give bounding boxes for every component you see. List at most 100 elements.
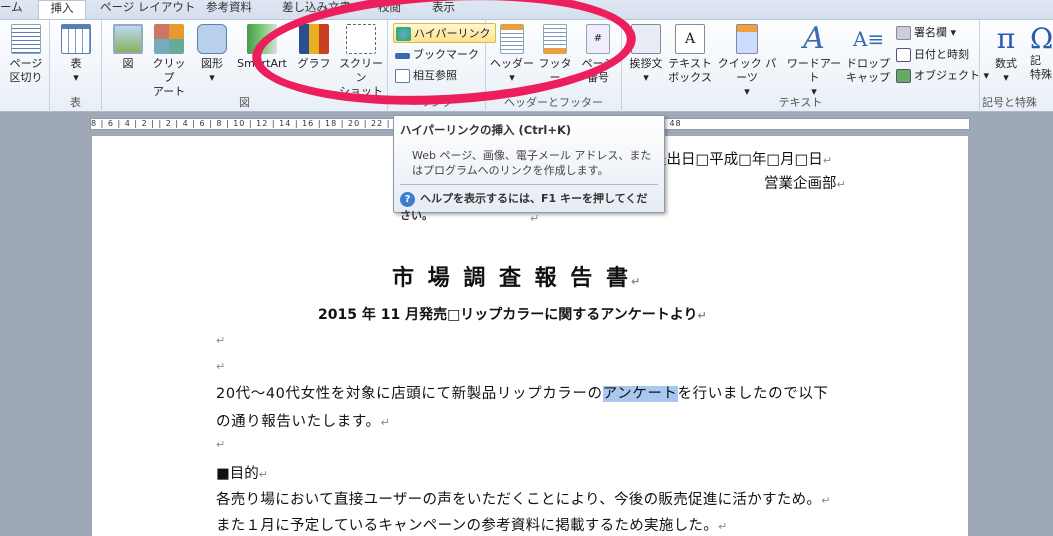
ribbon-tabs: ーム 挿入 ページ レイアウト 参考資料 差し込み文書 校閲 表示: [0, 0, 1053, 20]
hyperlink-label: ハイパーリンク: [414, 27, 491, 40]
shapes-button[interactable]: 図形 ▾: [194, 24, 230, 85]
greeting-button[interactable]: 挨拶文 ▾: [624, 24, 668, 85]
paragraph-mark: ↵: [216, 360, 226, 373]
tooltip-help: ? ヘルプを表示するには、F1 キーを押してください。: [400, 192, 648, 222]
footer-label: フッター: [538, 57, 572, 84]
tooltip-description: Web ページ、画像、電子メール アドレス、またはプログラムへのリンクを作成しま…: [412, 149, 652, 177]
group-label-symbols: 記号と特殊: [982, 96, 1037, 109]
chart-icon: [299, 24, 329, 54]
page-break-button[interactable]: ページ 区切り: [6, 24, 46, 85]
tab-review[interactable]: 校閲: [374, 0, 405, 20]
wordart-label: ワードアート: [786, 57, 842, 84]
selected-text[interactable]: アンケート: [602, 386, 678, 402]
object-label: オブジェクト: [914, 69, 980, 82]
picture-label: 図: [122, 57, 134, 70]
textbox-label: テキスト ボックス: [668, 57, 712, 84]
footer-icon: [543, 24, 567, 54]
hyperlink-button[interactable]: ハイパーリンク: [393, 23, 496, 43]
header-icon: [500, 24, 524, 54]
date-time-label: 日付と時刻: [914, 48, 969, 61]
screenshot-icon: [346, 24, 376, 54]
quick-parts-icon: [736, 24, 758, 54]
page-break-label: ページ 区切り: [9, 57, 43, 84]
tab-mailings[interactable]: 差し込み文書: [278, 0, 355, 20]
page-number-button[interactable]: # ページ 番号: [576, 24, 620, 85]
signature-icon: [896, 26, 911, 40]
dropcap-label: ドロップ キャップ: [846, 57, 890, 84]
paragraph-mark: ↵: [216, 334, 226, 347]
chart-button[interactable]: グラフ: [294, 24, 334, 71]
table-label: 表: [70, 57, 82, 70]
wordart-icon: A: [803, 21, 825, 56]
bookmark-label: ブックマーク: [413, 48, 479, 61]
dropcap-icon: A≡: [853, 27, 885, 51]
ribbon: ページ 区切り 表 ▾ 表 図 クリップ アート 図形 ▾ SmartArt グラフ…: [0, 19, 1053, 112]
group-illustrations: 図 クリップ アート 図形 ▾ SmartArt グラフ スクリーン ショット 図: [102, 20, 388, 112]
object-icon: [896, 69, 911, 83]
document-title: 市 場 調 査 報 告 書↵: [392, 266, 644, 291]
picture-button[interactable]: 図: [110, 24, 146, 71]
table-button[interactable]: 表 ▾: [58, 24, 94, 85]
body-paragraph-2: 各売り場において直接ユーザーの声をいただくことにより、今後の販売促進に活かすため…: [216, 492, 831, 508]
dropcap-button[interactable]: A≡ ドロップ キャップ: [846, 24, 890, 85]
page-number-label: ページ 番号: [581, 57, 615, 84]
tooltip-divider: [400, 184, 658, 185]
symbol-button[interactable]: Ω記 特殊: [1030, 24, 1053, 82]
header-button[interactable]: ヘッダー ▾: [490, 24, 534, 85]
symbol-label: 記 特殊: [1030, 54, 1052, 81]
smartart-icon: [247, 24, 277, 54]
help-icon: ?: [400, 192, 415, 207]
cross-reference-button[interactable]: 相互参照: [393, 66, 457, 86]
omega-icon: Ω: [1030, 22, 1053, 55]
group-label-illustrations: 図: [239, 96, 250, 109]
group-header-footer: ヘッダー ▾ フッター # ページ 番号 ヘッダーとフッター: [486, 20, 622, 112]
tab-home[interactable]: ーム: [0, 0, 27, 20]
page-break-icon: [11, 24, 41, 54]
body-paragraph-1: 20代～40代女性を対象に店頭にて新製品リップカラーのアンケートを行いましたので…: [216, 386, 829, 402]
equation-label: 数式: [995, 57, 1017, 70]
screenshot-label: スクリーン ショット: [339, 57, 383, 98]
clipart-button[interactable]: クリップ アート: [148, 24, 190, 99]
hyperlink-icon: [396, 27, 411, 41]
object-button[interactable]: オブジェクト ▾: [894, 66, 989, 86]
shapes-icon: [197, 24, 227, 54]
table-icon: [61, 24, 91, 54]
wordart-button[interactable]: A ワードアート ▾: [782, 24, 846, 99]
cross-reference-icon: [395, 69, 410, 83]
equation-button[interactable]: π 数式 ▾: [986, 24, 1026, 85]
clipart-icon: [154, 24, 184, 54]
submission-date: 提出日□平成□年□月□日↵: [652, 152, 833, 168]
body-paragraph-3: また１月に予定しているキャンペーンの参考資料に掲載するため実施した。↵: [216, 518, 728, 534]
signature-label: 署名欄: [914, 26, 947, 39]
screenshot-button[interactable]: スクリーン ショット: [336, 24, 386, 99]
heading-purpose: ■目的↵: [216, 466, 268, 482]
group-label-header-footer: ヘッダーとフッター: [504, 96, 603, 109]
textbox-button[interactable]: A テキスト ボックス: [668, 24, 712, 85]
bookmark-button[interactable]: ブックマーク: [393, 45, 479, 65]
picture-icon: [113, 24, 143, 54]
clipart-label: クリップ アート: [152, 57, 186, 98]
quick-parts-button[interactable]: クイック パーツ ▾: [714, 24, 780, 99]
header-label: ヘッダー: [490, 57, 534, 70]
department: 営業企画部↵: [764, 176, 846, 192]
tooltip-title: ハイパーリンクの挿入 (Ctrl+K): [400, 123, 572, 137]
tab-view[interactable]: 表示: [428, 0, 459, 20]
group-table: 表 ▾ 表: [50, 20, 102, 112]
group-links: ハイパーリンク ブックマーク 相互参照 リンク: [388, 20, 496, 112]
tab-page-layout[interactable]: ページ レイアウト: [96, 0, 199, 20]
quick-parts-label: クイック パーツ: [717, 57, 777, 84]
hyperlink-tooltip: ハイパーリンクの挿入 (Ctrl+K) Web ページ、画像、電子メール アドレ…: [393, 115, 665, 222]
document-subtitle: 2015 年 11 月発売□リップカラーに関するアンケートより↵: [318, 307, 707, 323]
group-label-links: リンク: [420, 96, 453, 109]
group-text: 挨拶文 ▾ A テキスト ボックス クイック パーツ ▾ A ワードアート ▾ A≡ ドロッ…: [622, 20, 989, 112]
bookmark-icon: [395, 53, 410, 59]
tab-insert[interactable]: 挿入: [38, 0, 86, 20]
signature-line-button[interactable]: 署名欄 ▾: [894, 23, 956, 43]
shapes-label: 図形: [201, 57, 223, 70]
date-time-button[interactable]: 日付と時刻: [894, 45, 969, 65]
calendar-icon: [896, 48, 911, 62]
smartart-button[interactable]: SmartArt: [234, 24, 290, 71]
cross-reference-label: 相互参照: [413, 69, 457, 82]
tab-references[interactable]: 参考資料: [202, 0, 256, 20]
footer-button[interactable]: フッター: [534, 24, 576, 85]
